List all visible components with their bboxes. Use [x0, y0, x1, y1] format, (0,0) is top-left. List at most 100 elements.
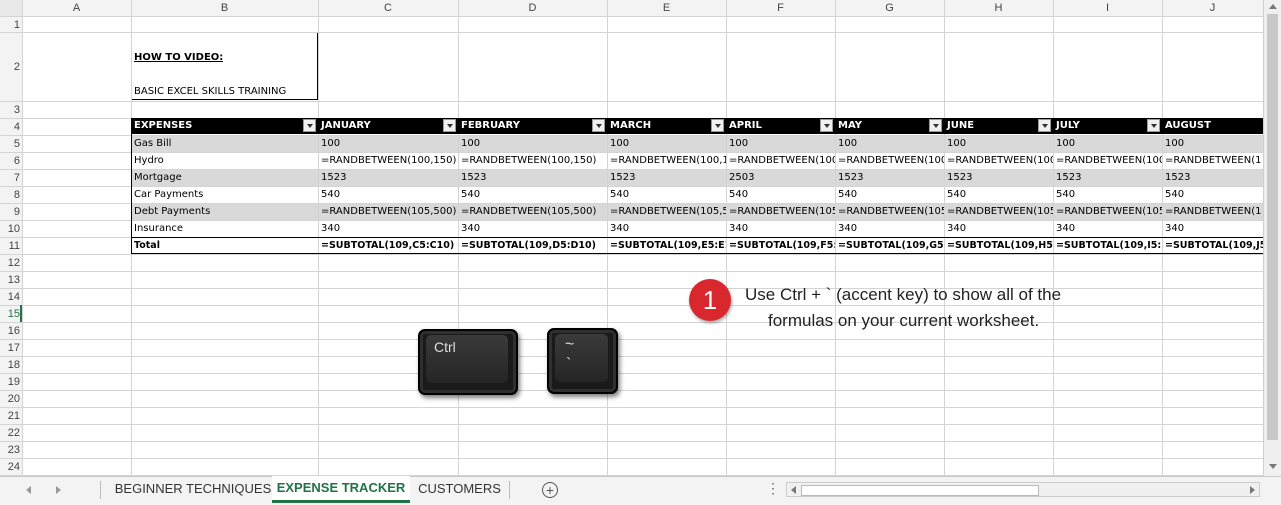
vertical-scroll-thumb[interactable] — [1267, 14, 1278, 440]
table-cell[interactable]: 1523 — [458, 169, 607, 186]
row-header-10[interactable]: 10 — [0, 220, 20, 237]
table-cell[interactable]: =RANDBETWEEN(105 — [726, 203, 835, 220]
column-header-a[interactable]: A — [22, 0, 131, 16]
table-header-april[interactable]: APRIL — [726, 118, 835, 134]
row-header-21[interactable]: 21 — [0, 407, 20, 424]
row-header-7[interactable]: 7 — [0, 169, 20, 186]
column-header-b[interactable]: B — [131, 0, 318, 16]
row-header-3[interactable]: 3 — [0, 101, 20, 118]
select-all-corner[interactable] — [0, 0, 23, 17]
vertical-scrollbar[interactable] — [1263, 0, 1281, 476]
table-cell[interactable]: =RANDBETWEEN(105 — [1053, 203, 1162, 220]
table-cell[interactable]: 540 — [1162, 186, 1263, 203]
total-cell[interactable]: =SUBTOTAL(109,C5:C10) — [318, 237, 458, 254]
row-header-13[interactable]: 13 — [0, 271, 20, 288]
table-cell[interactable]: =RANDBETWEEN(100 — [944, 152, 1053, 169]
row-header-14[interactable]: 14 — [0, 288, 20, 305]
column-header-g[interactable]: G — [835, 0, 944, 16]
table-cell[interactable]: Mortgage — [131, 169, 318, 186]
filter-dropdown-icon[interactable] — [443, 119, 456, 132]
row-header-4[interactable]: 4 — [0, 118, 20, 135]
table-header-february[interactable]: FEBRUARY — [458, 118, 607, 134]
table-cell[interactable]: =RANDBETWEEN(105,500) — [318, 203, 458, 220]
table-cell[interactable]: 540 — [607, 186, 726, 203]
add-sheet-icon[interactable]: + — [542, 482, 558, 498]
table-header-january[interactable]: JANUARY — [318, 118, 458, 134]
scroll-right-arrow-icon[interactable] — [1250, 486, 1255, 494]
total-cell[interactable]: =SUBTOTAL(109,I5:I1 — [1053, 237, 1162, 254]
filter-dropdown-icon[interactable] — [820, 119, 833, 132]
sheet-tab-customers[interactable]: CUSTOMERS — [410, 477, 509, 503]
row-header-12[interactable]: 12 — [0, 254, 20, 271]
table-header-june[interactable]: JUNE — [944, 118, 1053, 134]
total-cell[interactable]: =SUBTOTAL(109,J5 — [1162, 237, 1263, 254]
column-header-h[interactable]: H — [944, 0, 1053, 16]
row-header-18[interactable]: 18 — [0, 356, 20, 373]
filter-dropdown-icon[interactable] — [1038, 119, 1051, 132]
total-cell[interactable]: Total — [131, 237, 318, 254]
table-cell[interactable]: Insurance — [131, 220, 318, 237]
table-cell[interactable]: 340 — [458, 220, 607, 237]
table-cell[interactable]: =RANDBETWEEN(100,150) — [318, 152, 458, 169]
table-cell[interactable]: 1523 — [835, 169, 944, 186]
row-header-17[interactable]: 17 — [0, 339, 20, 356]
filter-dropdown-icon[interactable] — [592, 119, 605, 132]
table-cell[interactable]: =RANDBETWEEN(1 — [1162, 203, 1263, 220]
row-header-6[interactable]: 6 — [0, 152, 20, 169]
table-cell[interactable]: =RANDBETWEEN(100,1 — [607, 152, 726, 169]
worksheet-grid[interactable]: HOW TO VIDEO: BASIC EXCEL SKILLS TRAININ… — [0, 0, 1263, 476]
row-header-8[interactable]: 8 — [0, 186, 20, 203]
table-cell[interactable]: 540 — [726, 186, 835, 203]
table-cell[interactable]: =RANDBETWEEN(100 — [726, 152, 835, 169]
column-header-d[interactable]: D — [458, 0, 607, 16]
row-header-16[interactable]: 16 — [0, 322, 20, 339]
next-sheet-icon[interactable] — [56, 486, 61, 494]
column-header-f[interactable]: F — [726, 0, 835, 16]
total-cell[interactable]: =SUBTOTAL(109,D5:D10) — [458, 237, 607, 254]
table-cell[interactable]: Debt Payments — [131, 203, 318, 220]
table-cell[interactable]: =RANDBETWEEN(105,500) — [458, 203, 607, 220]
horizontal-scroll-thumb[interactable] — [801, 485, 1039, 496]
sheet-tab-expense-tracker[interactable]: EXPENSE TRACKER — [272, 476, 410, 503]
table-header-march[interactable]: MARCH — [607, 118, 726, 134]
row-header-15[interactable]: 15 — [0, 305, 20, 322]
tab-split-dots-icon[interactable]: ⋮ — [766, 480, 780, 497]
table-cell[interactable]: 540 — [835, 186, 944, 203]
table-header-may[interactable]: MAY — [835, 118, 944, 134]
table-cell[interactable]: 340 — [1053, 220, 1162, 237]
filter-dropdown-icon[interactable] — [711, 119, 724, 132]
table-cell[interactable]: =RANDBETWEEN(105 — [944, 203, 1053, 220]
table-cell[interactable]: Hydro — [131, 152, 318, 169]
table-cell[interactable]: =RANDBETWEEN(1 — [1162, 152, 1263, 169]
column-header-i[interactable]: I — [1053, 0, 1162, 16]
table-cell[interactable]: Car Payments — [131, 186, 318, 203]
row-header-19[interactable]: 19 — [0, 373, 20, 390]
table-cell[interactable]: 100 — [1053, 135, 1162, 152]
scroll-left-arrow-icon[interactable] — [791, 486, 796, 494]
filter-dropdown-icon[interactable] — [303, 119, 316, 132]
sheet-tab-beginner-techniques[interactable]: BEGINNER TECHNIQUES — [100, 477, 286, 503]
table-cell[interactable]: 340 — [726, 220, 835, 237]
table-cell[interactable]: =RANDBETWEEN(105,5 — [607, 203, 726, 220]
row-header-24[interactable]: 24 — [0, 458, 20, 475]
table-cell[interactable]: 100 — [1162, 135, 1263, 152]
table-cell[interactable]: 1523 — [1162, 169, 1263, 186]
row-header-11[interactable]: 11 — [0, 237, 20, 254]
table-header-expenses[interactable]: EXPENSES — [131, 118, 318, 134]
table-cell[interactable]: 540 — [1053, 186, 1162, 203]
table-cell[interactable]: 340 — [318, 220, 458, 237]
row-header-5[interactable]: 5 — [0, 135, 20, 152]
scroll-down-arrow-icon[interactable] — [1269, 464, 1277, 469]
table-cell[interactable]: 1523 — [318, 169, 458, 186]
row-header-20[interactable]: 20 — [0, 390, 20, 407]
column-header-j[interactable]: J — [1162, 0, 1263, 16]
column-header-e[interactable]: E — [607, 0, 726, 16]
row-header-2[interactable]: 2 — [0, 32, 20, 101]
filter-dropdown-icon[interactable] — [929, 119, 942, 132]
prev-sheet-icon[interactable] — [26, 486, 31, 494]
column-header-c[interactable]: C — [318, 0, 458, 16]
table-cell[interactable]: 100 — [835, 135, 944, 152]
filter-dropdown-icon[interactable] — [1147, 119, 1160, 132]
row-header-22[interactable]: 22 — [0, 424, 20, 441]
row-header-23[interactable]: 23 — [0, 441, 20, 458]
